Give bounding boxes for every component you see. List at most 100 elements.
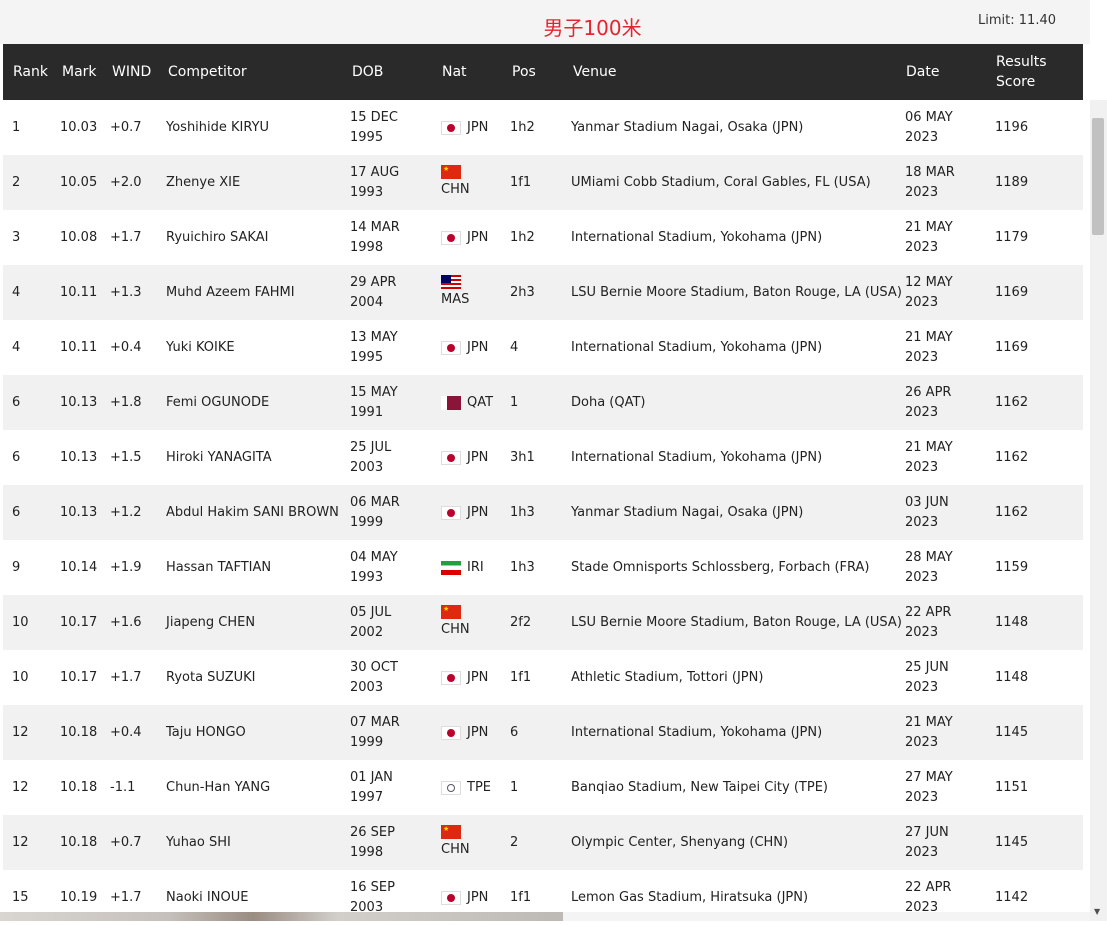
nat-cell: MAS [441, 265, 506, 320]
rank-cell: 3 [12, 229, 21, 245]
pos-cell: 1h2 [510, 229, 535, 245]
date-year: 2023 [905, 239, 939, 255]
wind-cell: +1.6 [110, 614, 142, 630]
scroll-down-arrow-icon[interactable]: ▼ [1094, 907, 1100, 916]
jpn-flag-icon [441, 340, 461, 355]
competitor-link[interactable]: Jiapeng CHEN [166, 595, 346, 650]
venue-cell: International Stadium, Yokohama (JPN) [571, 339, 823, 355]
table-row[interactable]: 10 10.17 +1.7 Ryota SUZUKI 30 OCT 2003 JPN 1f1 A… [3, 650, 1083, 705]
competitor-link[interactable]: Chun-Han YANG [166, 760, 346, 815]
nat-code: JPN [467, 504, 489, 520]
competitor-link[interactable]: Zhenye XIE [166, 155, 346, 210]
table-row[interactable]: 12 10.18 +0.4 Taju HONGO 07 MAR 1999 JPN 6 Inter… [3, 705, 1083, 760]
dob-year: 1993 [350, 569, 384, 585]
mark-cell: 10.17 [60, 669, 98, 685]
venue-cell: International Stadium, Yokohama (JPN) [571, 229, 823, 245]
jpn-flag-icon [441, 890, 461, 905]
header-competitor[interactable]: Competitor [168, 44, 247, 100]
nat-code: JPN [467, 229, 489, 245]
pos-cell: 1h3 [510, 559, 535, 575]
table-row[interactable]: 4 10.11 +1.3 Muhd Azeem FAHMI 29 APR 2004 MAS 2… [3, 265, 1083, 320]
dob-cell: 05 JUL 2002 [350, 595, 420, 650]
rank-cell: 4 [12, 339, 21, 355]
score-cell: 1179 [995, 229, 1029, 245]
table-row[interactable]: 4 10.11 +0.4 Yuki KOIKE 13 MAY 1995 JPN 4 Intern… [3, 320, 1083, 375]
dob-cell: 26 SEP 1998 [350, 815, 420, 870]
date-day-month: 21 MAY [905, 329, 953, 345]
scrollbar-thumb[interactable] [1092, 118, 1104, 235]
mark-cell: 10.13 [60, 504, 98, 520]
table-row[interactable]: 10 10.17 +1.6 Jiapeng CHEN05 JUL 2002 CHN 2f2 L… [3, 595, 1083, 650]
pos-cell: 6 [510, 724, 519, 740]
table-row[interactable]: 1 10.03 +0.7 Yoshihide KIRYU 15 DEC 1995 JPN 1h… [3, 100, 1083, 155]
pos-cell: 1 [510, 394, 519, 410]
competitor-link[interactable]: Yuki KOIKE [166, 320, 346, 375]
tpe-flag-icon [441, 780, 461, 795]
table-row[interactable]: 2 10.05 +2.0 Zhenye XIE17 AUG 1993 CHN 1f1 UMia… [3, 155, 1083, 210]
dob-day-month: 30 OCT [350, 659, 398, 675]
competitor-link[interactable]: Hassan TAFTIAN [166, 540, 346, 595]
dob-day-month: 06 MAR [350, 494, 400, 510]
table-row[interactable]: 3 10.08 +1.7 Ryuichiro SAKAI 14 MAR 1998 JPN 1h… [3, 210, 1083, 265]
nat-cell: CHN [441, 595, 506, 650]
mark-cell: 10.11 [60, 284, 98, 300]
pos-cell: 3h1 [510, 449, 535, 465]
competitor-link[interactable]: Yoshihide KIRYU [166, 100, 346, 155]
venue-cell: Athletic Stadium, Tottori (JPN) [571, 669, 764, 685]
wind-cell: +1.9 [110, 559, 142, 575]
nat-code: CHN [441, 622, 470, 637]
wind-cell: +0.7 [110, 834, 142, 850]
table-row[interactable]: 6 10.13 +1.8 Femi OGUNODE 15 MAY 1991 QAT 1 Doha… [3, 375, 1083, 430]
date-day-month: 21 MAY [905, 439, 953, 455]
date-day-month: 18 MAR [905, 164, 955, 180]
chn-flag-icon [441, 825, 461, 839]
date-cell: 22 APR 2023 [905, 595, 975, 650]
date-day-month: 22 APR [905, 879, 952, 895]
competitor-link[interactable]: Ryuichiro SAKAI [166, 210, 346, 265]
table-row[interactable]: 6 10.13 +1.2 Abdul Hakim SANI BROWN 06 MAR 19… [3, 485, 1083, 540]
table-row[interactable]: 9 10.14 +1.9 Hassan TAFTIAN 04 MAY 1993 IRI 1h3… [3, 540, 1083, 595]
header-venue[interactable]: Venue [573, 44, 616, 100]
date-year: 2023 [905, 349, 939, 365]
score-cell: 1148 [995, 614, 1029, 630]
nat-code: JPN [467, 724, 489, 740]
table-row[interactable]: 12 10.18 -1.1 Chun-Han YANG 01 JAN 1997 TPE 1 Ba… [3, 760, 1083, 815]
competitor-link[interactable]: Muhd Azeem FAHMI [166, 265, 346, 320]
competitor-link[interactable]: Hiroki YANAGITA [166, 430, 346, 485]
score-cell: 1159 [995, 559, 1029, 575]
header-nat[interactable]: Nat [442, 44, 467, 100]
dob-year: 2003 [350, 679, 384, 695]
dob-cell: 25 JUL 2003 [350, 430, 420, 485]
competitor-link[interactable]: Ryota SUZUKI [166, 650, 346, 705]
table-row[interactable]: 6 10.13 +1.5 Hiroki YANAGITA 25 JUL 2003 JPN 3h… [3, 430, 1083, 485]
rank-cell: 2 [12, 174, 21, 190]
venue-cell: Yanmar Stadium Nagai, Osaka (JPN) [571, 119, 804, 135]
header-wind[interactable]: WIND [112, 44, 151, 100]
date-cell: 21 MAY 2023 [905, 320, 975, 375]
competitor-link[interactable]: Yuhao SHI [166, 815, 346, 870]
header-date[interactable]: Date [906, 44, 939, 100]
dob-year: 1991 [350, 404, 384, 420]
score-cell: 1162 [995, 449, 1029, 465]
competitor-link[interactable]: Femi OGUNODE [166, 375, 346, 430]
header-dob[interactable]: DOB [352, 44, 383, 100]
dob-day-month: 17 AUG [350, 164, 400, 180]
mas-flag-icon [441, 275, 461, 289]
rank-cell: 6 [12, 394, 21, 410]
date-year: 2023 [905, 294, 939, 310]
header-mark[interactable]: Mark [62, 44, 97, 100]
nat-cell: CHN [441, 155, 506, 210]
dob-day-month: 01 JAN [350, 769, 393, 785]
date-year: 2023 [905, 404, 939, 420]
table-row[interactable]: 12 10.18 +0.7 Yuhao SHI26 SEP 1998 CHN 2 Olympi… [3, 815, 1083, 870]
header-pos[interactable]: Pos [512, 44, 536, 100]
date-day-month: 03 JUN [905, 494, 949, 510]
table-body: 1 10.03 +0.7 Yoshihide KIRYU 15 DEC 1995 JPN 1h… [3, 100, 1083, 925]
competitor-link[interactable]: Abdul Hakim SANI BROWN [166, 485, 346, 540]
competitor-link[interactable]: Taju HONGO [166, 705, 346, 760]
header-rank[interactable]: Rank [13, 44, 48, 100]
nat-code: QAT [467, 394, 494, 410]
nat-code: JPN [467, 889, 489, 905]
date-day-month: 21 MAY [905, 219, 953, 235]
header-results-score[interactable]: Results Score [996, 44, 1047, 100]
